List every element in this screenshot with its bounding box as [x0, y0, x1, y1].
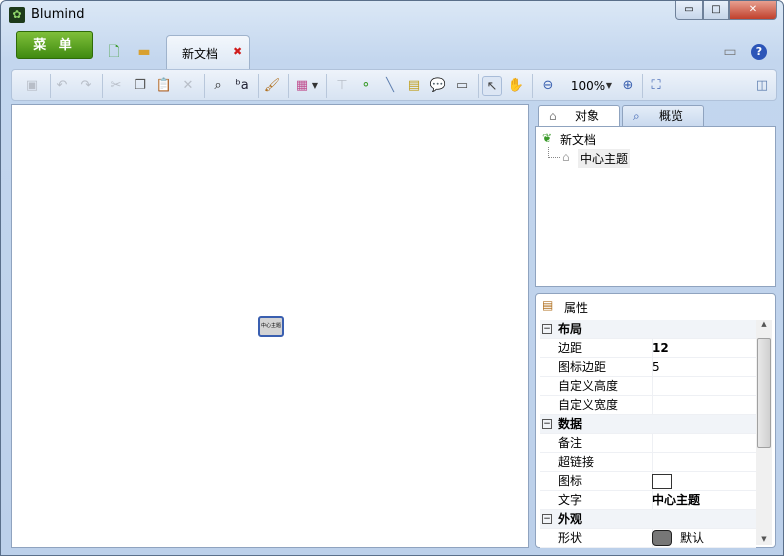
leaf-icon: ❦: [542, 131, 553, 145]
property-name: 形状: [558, 531, 583, 545]
category-name: 数据: [558, 417, 583, 431]
property-name: 自定义宽度: [558, 398, 619, 412]
chevron-down-icon[interactable]: ▼: [310, 76, 320, 96]
property-row[interactable]: 超链接: [540, 453, 756, 472]
collapse-icon[interactable]: −: [542, 514, 552, 524]
property-category[interactable]: − 数据: [540, 415, 756, 434]
tab-objects[interactable]: ⌂ 对象: [538, 105, 620, 128]
property-name: 超链接: [558, 455, 595, 469]
property-name: 文字: [558, 493, 583, 507]
format-painter-icon[interactable]: 🖌: [262, 76, 282, 96]
maximize-button[interactable]: □: [703, 1, 729, 20]
tab-document[interactable]: 新文档 ✖: [166, 35, 250, 69]
zoom-out-icon[interactable]: ⊖: [538, 76, 558, 96]
tab-overview[interactable]: ⌕ 概览: [622, 105, 704, 127]
save-icon[interactable]: ▣: [22, 76, 42, 96]
redo-icon[interactable]: ↷: [76, 76, 96, 96]
add-link-icon[interactable]: ⚬: [356, 76, 376, 96]
properties-panel: ▤ 属性 − 布局 边距 12 图标边距 5 自定义高度 自定义宽度 − 数据 备注 超链接 图标 文字中…: [535, 293, 776, 548]
new-document-icon[interactable]: 🗋: [105, 43, 123, 61]
add-subtopic-icon[interactable]: ⊤: [332, 76, 352, 96]
title-bar: ✿ Blumind ▭ □ ✕: [1, 1, 784, 29]
properties-scrollbar[interactable]: ▲ ▼: [756, 320, 772, 545]
property-value[interactable]: 默认: [680, 529, 704, 548]
line-icon[interactable]: ╲: [380, 76, 400, 96]
help-icon[interactable]: ?: [751, 44, 767, 60]
find-icon[interactable]: ⌕: [208, 76, 228, 96]
property-row[interactable]: 自定义高度: [540, 377, 756, 396]
property-value[interactable]: 中心主题: [652, 491, 700, 510]
color-palette-icon[interactable]: ▦: [292, 76, 312, 96]
fit-to-window-icon[interactable]: ⛶: [646, 76, 666, 96]
property-name: 图标: [558, 474, 583, 488]
scrollbar-thumb[interactable]: [757, 338, 771, 448]
property-name: 备注: [558, 436, 583, 450]
tag-icon: ⌂: [549, 109, 557, 123]
main-menu-button[interactable]: 菜 单: [16, 31, 93, 59]
central-topic-node[interactable]: 中心主题: [258, 316, 284, 337]
tree-root[interactable]: 新文档: [560, 131, 596, 148]
property-row[interactable]: 边距 12: [540, 339, 756, 358]
open-folder-icon[interactable]: ▬: [135, 43, 153, 61]
property-row[interactable]: 文字 中心主题: [540, 491, 756, 510]
insert-image-icon[interactable]: ▤: [404, 76, 424, 96]
close-tab-icon[interactable]: ✖: [233, 45, 242, 58]
paste-icon[interactable]: 📋: [154, 76, 174, 96]
undo-icon[interactable]: ↶: [52, 76, 72, 96]
app-window: ✿ Blumind ▭ □ ✕ 菜 单 🗋 ▬ 新文档 ✖ ▭ ? ▣ ↶ ↷ …: [0, 0, 784, 556]
toolbar: ▣ ↶ ↷ ✂ ❐ 📋 ✕ ⌕ ᵇa 🖌 ▦ ▼ ⊤ ⚬ ╲ ▤ 💬 ▭ ↖ ✋…: [11, 69, 777, 101]
window-title: Blumind: [31, 7, 85, 22]
property-name: 边距: [558, 341, 583, 355]
property-value[interactable]: 12: [652, 339, 669, 358]
properties-icon: ▤: [542, 298, 554, 312]
minimize-button[interactable]: ▭: [675, 1, 703, 20]
replace-icon[interactable]: ᵇa: [232, 76, 252, 96]
property-row[interactable]: 自定义宽度: [540, 396, 756, 415]
property-row[interactable]: 图标: [540, 472, 756, 491]
property-row[interactable]: 备注: [540, 434, 756, 453]
tab-objects-label: 对象: [575, 109, 600, 123]
collapse-ribbon-icon[interactable]: ▭: [721, 43, 739, 61]
property-name: 图标边距: [558, 360, 607, 374]
tag-icon: ⌂: [562, 150, 570, 164]
zoom-dropdown-icon[interactable]: ▼: [604, 76, 614, 96]
copy-icon[interactable]: ❐: [130, 76, 150, 96]
cut-icon[interactable]: ✂: [106, 76, 126, 96]
progress-bar-icon[interactable]: ▭: [452, 76, 472, 96]
toggle-sidebar-icon[interactable]: ◫: [752, 76, 772, 96]
category-name: 外观: [558, 512, 583, 526]
property-value[interactable]: 5: [652, 358, 660, 377]
property-category[interactable]: − 外观: [540, 510, 756, 529]
select-tool-icon[interactable]: ↖: [482, 76, 502, 96]
app-logo-icon: ✿: [9, 7, 25, 23]
callout-icon[interactable]: 💬: [428, 76, 448, 96]
close-button[interactable]: ✕: [729, 1, 777, 20]
icon-swatch[interactable]: [652, 474, 672, 489]
magnifier-icon: ⌕: [633, 109, 640, 123]
object-tree: ❦ 新文档 ⌂ 中心主题: [535, 126, 776, 287]
tab-label: 新文档: [182, 47, 219, 61]
collapse-icon[interactable]: −: [542, 324, 552, 334]
property-row[interactable]: 形状 默认: [540, 529, 756, 548]
shape-swatch-icon: [652, 530, 672, 546]
zoom-in-icon[interactable]: ⊕: [618, 76, 638, 96]
delete-icon[interactable]: ✕: [178, 76, 198, 96]
mindmap-canvas[interactable]: 中心主题: [11, 104, 529, 548]
category-name: 布局: [558, 322, 583, 336]
property-category[interactable]: − 布局: [540, 320, 756, 339]
property-name: 自定义高度: [558, 379, 619, 393]
tab-overview-label: 概览: [659, 109, 684, 123]
hand-tool-icon[interactable]: ✋: [506, 76, 526, 96]
tree-child[interactable]: 中心主题: [578, 149, 631, 168]
property-row[interactable]: 图标边距 5: [540, 358, 756, 377]
collapse-icon[interactable]: −: [542, 419, 552, 429]
properties-title: 属性: [564, 301, 589, 315]
